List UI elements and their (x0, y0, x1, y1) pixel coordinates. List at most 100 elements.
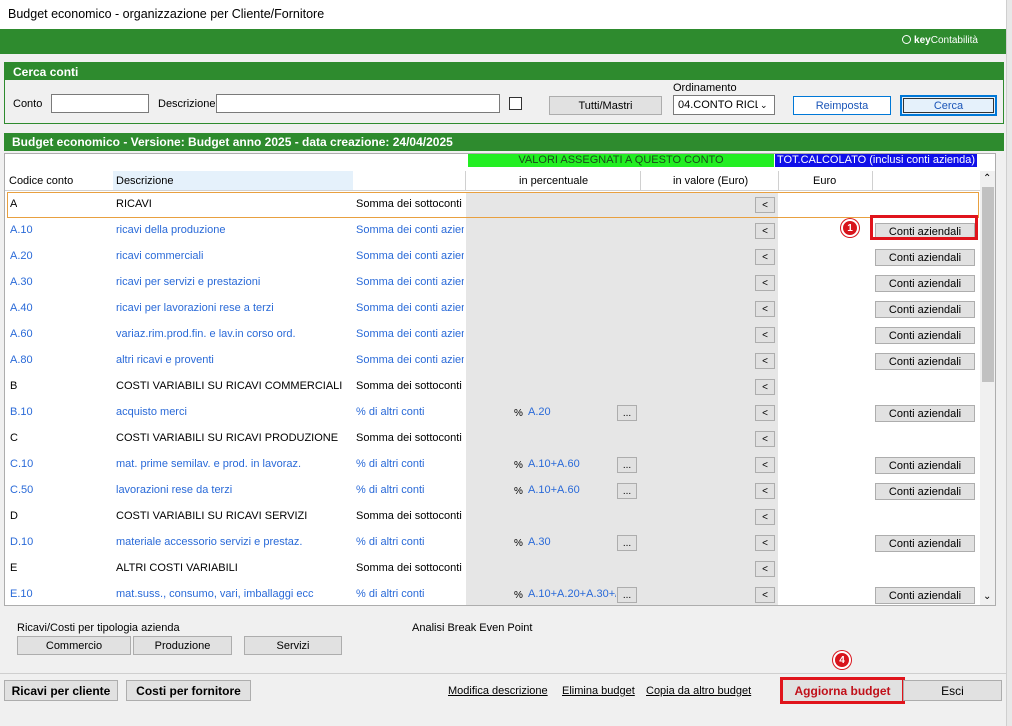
esci-button[interactable]: Esci (903, 680, 1002, 701)
vertical-scrollbar[interactable]: ⌃ ⌄ (980, 171, 995, 605)
conti-aziendali-button[interactable]: Conti aziendali (875, 535, 975, 552)
tipo-calcolo: Somma dei sottoconti (356, 432, 462, 444)
tipo-calcolo: Somma dei sottoconti (356, 562, 462, 574)
conti-aziendali-button[interactable]: Conti aziendali (875, 457, 975, 474)
table-row[interactable]: B COSTI VARIABILI SU RICAVI COMMERCIALI So… (5, 374, 980, 400)
conti-aziendali-button[interactable]: Conti aziendali (875, 327, 975, 344)
key-icon (902, 35, 912, 44)
copy-left-button[interactable]: < (755, 535, 775, 551)
table-row[interactable]: A.40 ricavi per lavorazioni rese a terzi S… (5, 296, 980, 322)
descrizione-conto: ricavi per servizi e prestazioni (116, 276, 261, 288)
conti-aziendali-button[interactable]: Conti aziendali (875, 301, 975, 318)
filter-checkbox[interactable] (509, 97, 522, 110)
table-row[interactable]: C COSTI VARIABILI SU RICAVI PRODUZIONE Som… (5, 426, 980, 452)
col-valore[interactable]: in valore (Euro) (673, 175, 748, 187)
scroll-up-icon[interactable]: ⌃ (983, 173, 991, 184)
copy-left-button[interactable]: < (755, 249, 775, 265)
header-divider (465, 171, 466, 190)
produzione-button[interactable]: Produzione (133, 636, 232, 655)
copy-left-button[interactable]: < (755, 431, 775, 447)
copy-left-button[interactable]: < (755, 353, 775, 369)
table-row[interactable]: A.10 ricavi della produzione Somma dei con… (5, 218, 980, 244)
servizi-button[interactable]: Servizi (244, 636, 342, 655)
conti-aziendali-button[interactable]: Conti aziendali (875, 353, 975, 370)
riferimento-conti: A.20 (528, 406, 551, 418)
conti-aziendali-button[interactable]: Conti aziendali (875, 587, 975, 604)
ricavi-per-cliente-button[interactable]: Ricavi per cliente (4, 680, 118, 701)
copy-left-button[interactable]: < (755, 483, 775, 499)
copy-left-button[interactable]: < (755, 509, 775, 525)
conti-aziendali-button[interactable]: Conti aziendali (875, 405, 975, 422)
table-row[interactable]: A.30 ricavi per servizi e prestazioni Somm… (5, 270, 980, 296)
col-codice[interactable]: Codice conto (9, 175, 73, 187)
analisi-break-even-label[interactable]: Analisi Break Even Point (412, 622, 532, 634)
table-row[interactable]: E.10 mat.suss., consumo, vari, imballaggi… (5, 582, 980, 605)
percent-sign: % (514, 590, 523, 601)
header-divider (778, 171, 779, 190)
table-row[interactable]: C.10 mat. prime semilav. e prod. in lavor… (5, 452, 980, 478)
tipo-calcolo: % di altri conti (356, 484, 425, 496)
copy-left-button[interactable]: < (755, 587, 775, 603)
copy-left-button[interactable]: < (755, 327, 775, 343)
codice-conto: C.50 (10, 484, 34, 496)
copy-left-button[interactable]: < (755, 405, 775, 421)
table-row[interactable]: B.10 acquisto merci % di altri conti% A.20.… (5, 400, 980, 426)
select-conti-button[interactable]: ... (617, 535, 637, 551)
copy-left-button[interactable]: < (755, 275, 775, 291)
chevron-down-icon: ⌄ (760, 100, 768, 110)
codice-conto: D (10, 510, 18, 522)
codice-conto: A.20 (10, 250, 33, 262)
commercio-button[interactable]: Commercio (17, 636, 131, 655)
conti-aziendali-button[interactable]: Conti aziendali (875, 275, 975, 292)
reimposta-button[interactable]: Reimposta (793, 96, 891, 115)
conto-input[interactable] (51, 94, 149, 113)
scrollbar-thumb[interactable] (982, 187, 994, 382)
tot-calcolato-band: TOT.CALCOLATO (inclusi conti azienda) (775, 154, 977, 167)
valori-cell (466, 244, 778, 270)
codice-conto: A.80 (10, 354, 33, 366)
tipo-calcolo: Somma dei conti azien (356, 224, 464, 236)
copy-left-button[interactable]: < (755, 457, 775, 473)
table-row[interactable]: C.50 lavorazioni rese da terzi % di altri … (5, 478, 980, 504)
valori-cell (466, 270, 778, 296)
copy-left-button[interactable]: < (755, 301, 775, 317)
modifica-descrizione-link[interactable]: Modifica descrizione (448, 685, 548, 697)
table-row[interactable]: A RICAVI Somma dei sottoconti < (5, 192, 980, 218)
table-row[interactable]: D.10 materiale accessorio servizi e prest… (5, 530, 980, 556)
copy-left-button[interactable]: < (755, 561, 775, 577)
ordinamento-select[interactable]: 04.CONTO RICL ⌄ (673, 95, 775, 115)
col-percentuale[interactable]: in percentuale (519, 175, 588, 187)
descrizione-conto: RICAVI (116, 198, 152, 210)
budget-header: Budget economico - Versione: Budget anno… (4, 133, 1004, 151)
scroll-down-icon[interactable]: ⌄ (983, 591, 991, 602)
codice-conto: E.10 (10, 588, 33, 600)
copy-left-button[interactable]: < (755, 379, 775, 395)
table-row[interactable]: A.20 ricavi commerciali Somma dei conti az… (5, 244, 980, 270)
select-conti-button[interactable]: ... (617, 587, 637, 603)
copia-budget-link[interactable]: Copia da altro budget (646, 685, 751, 697)
select-conti-button[interactable]: ... (617, 405, 637, 421)
copy-left-button[interactable]: < (755, 197, 775, 213)
copy-left-button[interactable]: < (755, 223, 775, 239)
costi-per-fornitore-button[interactable]: Costi per fornitore (126, 680, 251, 701)
select-conti-button[interactable]: ... (617, 457, 637, 473)
cerca-button[interactable]: Cerca (900, 95, 997, 116)
valori-cell (466, 218, 778, 244)
table-row[interactable]: E ALTRI COSTI VARIABILI Somma dei sottocon… (5, 556, 980, 582)
col-descrizione[interactable]: Descrizione (116, 175, 173, 187)
aggiorna-budget-button[interactable]: Aggiorna budget (780, 677, 905, 704)
select-conti-button[interactable]: ... (617, 483, 637, 499)
col-euro[interactable]: Euro (813, 175, 836, 187)
table-row[interactable]: D COSTI VARIABILI SU RICAVI SERVIZI Somma … (5, 504, 980, 530)
valori-cell (466, 348, 778, 374)
table-row[interactable]: A.80 altri ricavi e proventi Somma dei con… (5, 348, 980, 374)
descrizione-conto: mat. prime semilav. e prod. in lavoraz. (116, 458, 302, 470)
percent-sign: % (514, 460, 523, 471)
conti-aziendali-button[interactable]: Conti aziendali (875, 249, 975, 266)
table-row[interactable]: A.60 variaz.rim.prod.fin. e lav.in corso … (5, 322, 980, 348)
tutti-mastri-button[interactable]: Tutti/Mastri (549, 96, 662, 115)
conti-aziendali-button[interactable]: Conti aziendali (875, 483, 975, 500)
descrizione-input[interactable] (216, 94, 500, 113)
elimina-budget-link[interactable]: Elimina budget (562, 685, 635, 697)
search-panel-title: Cerca conti (5, 63, 1003, 80)
